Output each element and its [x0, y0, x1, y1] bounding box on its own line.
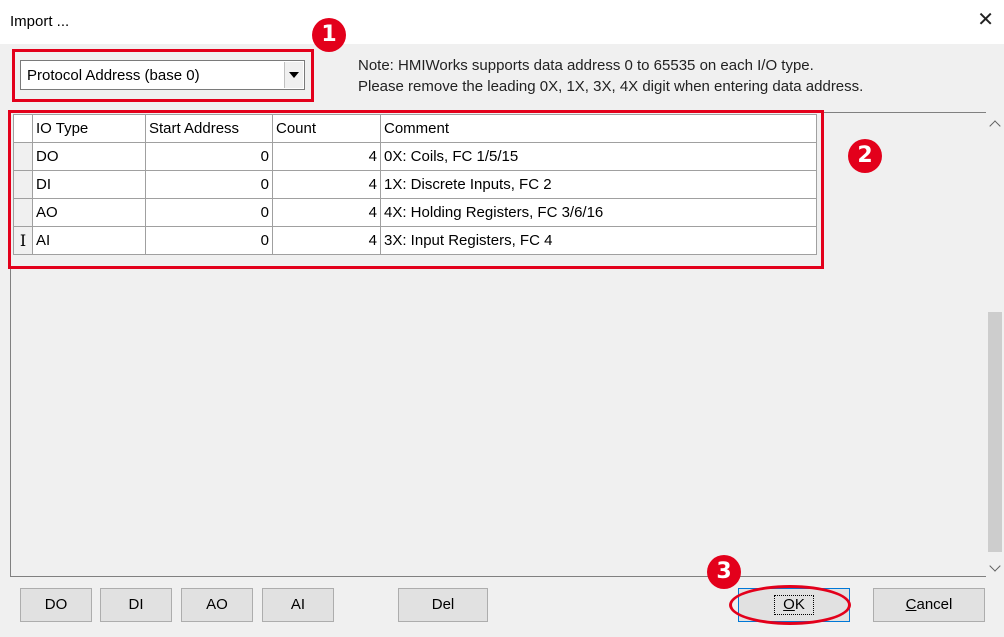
cell-start-address[interactable]: 0 — [145, 226, 273, 255]
table-header-row: IO Type Start Address Count Comment — [13, 114, 817, 143]
cell-io-type[interactable]: AO — [32, 198, 146, 227]
table-row[interactable]: DI 0 4 1X: Discrete Inputs, FC 2 — [13, 170, 817, 199]
row-indicator[interactable]: I — [13, 226, 33, 255]
cell-start-address[interactable]: 0 — [145, 170, 273, 199]
cell-comment[interactable]: 4X: Holding Registers, FC 3/6/16 — [380, 198, 817, 227]
header-indicator — [13, 114, 33, 143]
step-badge-1: 1 — [312, 18, 346, 52]
cell-start-address[interactable]: 0 — [145, 198, 273, 227]
column-header-start-address[interactable]: Start Address — [145, 114, 273, 143]
cell-count[interactable]: 4 — [272, 142, 381, 171]
note-text: Note: HMIWorks supports data address 0 t… — [358, 55, 863, 97]
scroll-up-icon[interactable] — [989, 120, 1001, 132]
io-table: IO Type Start Address Count Comment DO 0… — [13, 114, 817, 255]
step-badge-2: 2 — [848, 139, 882, 173]
column-header-io-type[interactable]: IO Type — [32, 114, 146, 143]
row-indicator[interactable] — [13, 142, 33, 171]
row-indicator[interactable] — [13, 170, 33, 199]
cell-count[interactable]: 4 — [272, 226, 381, 255]
row-indicator[interactable] — [13, 198, 33, 227]
text-cursor-icon: I — [19, 231, 27, 250]
vertical-scrollbar[interactable] — [986, 112, 1004, 577]
title-bar: Import ... ✕ — [0, 0, 1004, 44]
scroll-thumb[interactable] — [988, 312, 1002, 552]
add-ao-button[interactable]: AO — [181, 588, 253, 622]
cell-start-address[interactable]: 0 — [145, 142, 273, 171]
cell-comment[interactable]: 3X: Input Registers, FC 4 — [380, 226, 817, 255]
ok-mnemonic: O — [783, 596, 795, 613]
cancel-mnemonic: C — [905, 596, 917, 613]
cancel-button[interactable]: Cancel — [873, 588, 985, 622]
close-icon[interactable]: ✕ — [977, 10, 994, 30]
address-mode-value: Protocol Address (base 0) — [27, 67, 200, 84]
cancel-label-rest: ancel — [916, 596, 953, 613]
add-di-button[interactable]: DI — [100, 588, 172, 622]
add-do-button[interactable]: DO — [20, 588, 92, 622]
add-ai-button[interactable]: AI — [262, 588, 334, 622]
delete-button[interactable]: Del — [398, 588, 488, 622]
cell-io-type[interactable]: DO — [32, 142, 146, 171]
cell-comment[interactable]: 0X: Coils, FC 1/5/15 — [380, 142, 817, 171]
ok-focus-rect: OK — [774, 595, 814, 615]
ok-label-rest: K — [794, 596, 805, 613]
step-badge-3: 3 — [707, 555, 741, 589]
cell-io-type[interactable]: AI — [32, 226, 146, 255]
cell-io-type[interactable]: DI — [32, 170, 146, 199]
table-row[interactable]: DO 0 4 0X: Coils, FC 1/5/15 — [13, 142, 817, 171]
cell-comment[interactable]: 1X: Discrete Inputs, FC 2 — [380, 170, 817, 199]
ok-button[interactable]: OK — [738, 588, 850, 622]
table-row[interactable]: AO 0 4 4X: Holding Registers, FC 3/6/16 — [13, 198, 817, 227]
cell-count[interactable]: 4 — [272, 198, 381, 227]
scroll-down-icon[interactable] — [989, 560, 1001, 572]
note-line-1: Note: HMIWorks supports data address 0 t… — [358, 57, 814, 74]
table-row[interactable]: I AI 0 4 3X: Input Registers, FC 4 — [13, 226, 817, 255]
column-header-comment[interactable]: Comment — [380, 114, 817, 143]
column-header-count[interactable]: Count — [272, 114, 381, 143]
window-title: Import ... — [10, 13, 70, 30]
dropdown-arrow-icon[interactable] — [284, 62, 303, 88]
cell-count[interactable]: 4 — [272, 170, 381, 199]
address-mode-select[interactable]: Protocol Address (base 0) — [20, 60, 305, 90]
note-line-2: Please remove the leading 0X, 1X, 3X, 4X… — [358, 78, 864, 95]
